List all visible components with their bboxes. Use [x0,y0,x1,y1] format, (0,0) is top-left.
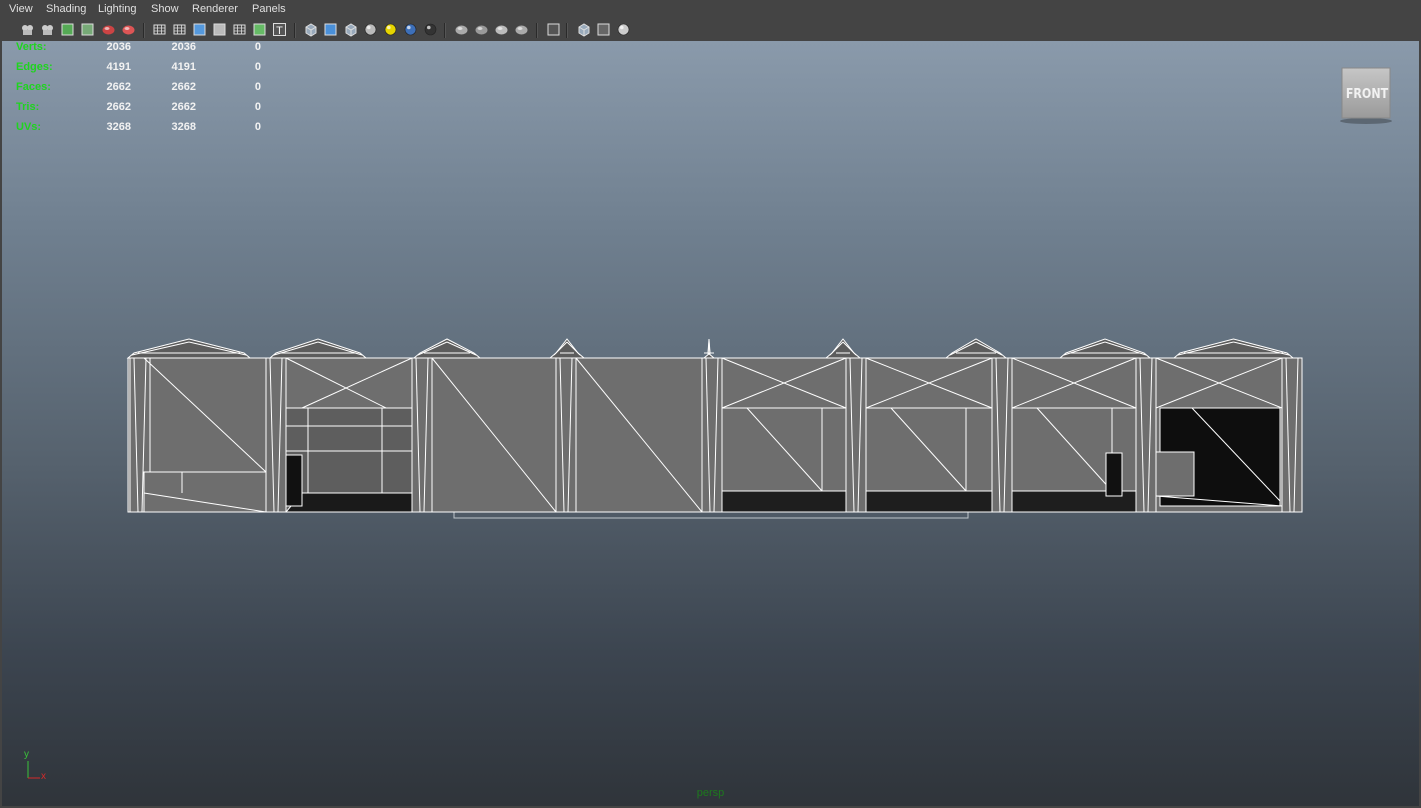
grid-icon[interactable] [152,22,167,37]
toolbar-separator [294,23,296,38]
roof-truss [412,338,482,359]
floor-shadow [284,492,413,513]
screen-space-ao-icon[interactable] [454,22,469,37]
structural-column [845,357,867,513]
wireframe-icon[interactable] [303,22,318,37]
doorway [285,454,303,507]
smooth-shade-icon[interactable] [323,22,338,37]
roof-truss [1172,338,1295,359]
bay-panel [143,471,267,513]
menu-lighting[interactable]: Lighting [98,3,137,15]
axis-y-label: y [24,749,29,760]
roof-truss [944,338,1008,359]
two-d-pan-zoom-icon[interactable] [101,22,116,37]
bookmarks-icon[interactable] [60,22,75,37]
floor-shadow [865,490,993,513]
xray-icon[interactable] [576,22,591,37]
resolution-gate-icon[interactable] [192,22,207,37]
view-cube[interactable]: FRONT [1339,67,1395,127]
roof-truss [1058,338,1152,359]
select-camera-icon[interactable] [20,22,35,37]
toolbar-separator [536,23,538,38]
menu-shading[interactable]: Shading [46,3,86,15]
grease-pencil-icon[interactable] [121,22,136,37]
toolbar-separator [143,23,145,38]
safe-action-icon[interactable] [252,22,267,37]
panel-menu-bar: View Shading Lighting Show Renderer Pane… [0,0,1421,20]
structural-column [411,357,433,513]
anti-aliasing-icon[interactable] [494,22,509,37]
wireframe-on-shaded-icon[interactable] [343,22,358,37]
maya-viewport-panel: View Shading Lighting Show Renderer Pane… [0,0,1421,808]
camera-attributes-icon[interactable] [40,22,55,37]
doorway [1105,452,1123,497]
view-cube-label: FRONT [1345,87,1389,102]
perspective-viewport[interactable]: Verts: 2036 2036 0 Edges: 4191 4191 0 Faces: 2662… [2,41,1419,806]
depth-of-field-icon[interactable] [514,22,529,37]
roof-truss [548,338,586,359]
bay-panel [1155,451,1195,497]
textured-icon[interactable] [363,22,378,37]
wireframe-building [126,338,1303,519]
isolate-select-icon[interactable] [546,22,561,37]
roof-truss [268,338,368,359]
film-gate-icon[interactable] [172,22,187,37]
menu-show[interactable]: Show [151,3,179,15]
structural-column [701,357,723,513]
menu-renderer[interactable]: Renderer [192,3,238,15]
motion-blur-icon[interactable] [474,22,489,37]
safe-title-icon[interactable]: T [272,22,287,37]
xray-joints-icon[interactable] [596,22,611,37]
toolbar-separator [566,23,568,38]
floor-shadow [721,490,847,513]
structural-column [1135,357,1157,513]
roof-truss [824,338,862,359]
structural-column [991,357,1013,513]
svg-text:T: T [276,25,283,37]
axis-gizmo: y x [20,749,60,791]
roof-truss [126,338,252,359]
default-lighting-icon[interactable] [383,22,398,37]
menu-panels[interactable]: Panels [252,3,286,15]
ground-grid [453,511,969,519]
panel-toolbar: T [0,20,1421,41]
use-all-lights-icon[interactable] [403,22,418,37]
bay-panel [285,357,413,409]
toolbar-separator [444,23,446,38]
camera-name-label: persp [696,787,725,799]
structural-column [265,357,287,513]
gate-mask-icon[interactable] [212,22,227,37]
xray-components-icon[interactable] [616,22,631,37]
shadows-icon[interactable] [423,22,438,37]
field-chart-icon[interactable] [232,22,247,37]
structural-column [1281,357,1303,513]
image-plane-icon[interactable] [80,22,95,37]
axis-x-label: x [41,771,46,782]
menu-view[interactable]: View [9,3,33,15]
structural-column [555,357,577,513]
